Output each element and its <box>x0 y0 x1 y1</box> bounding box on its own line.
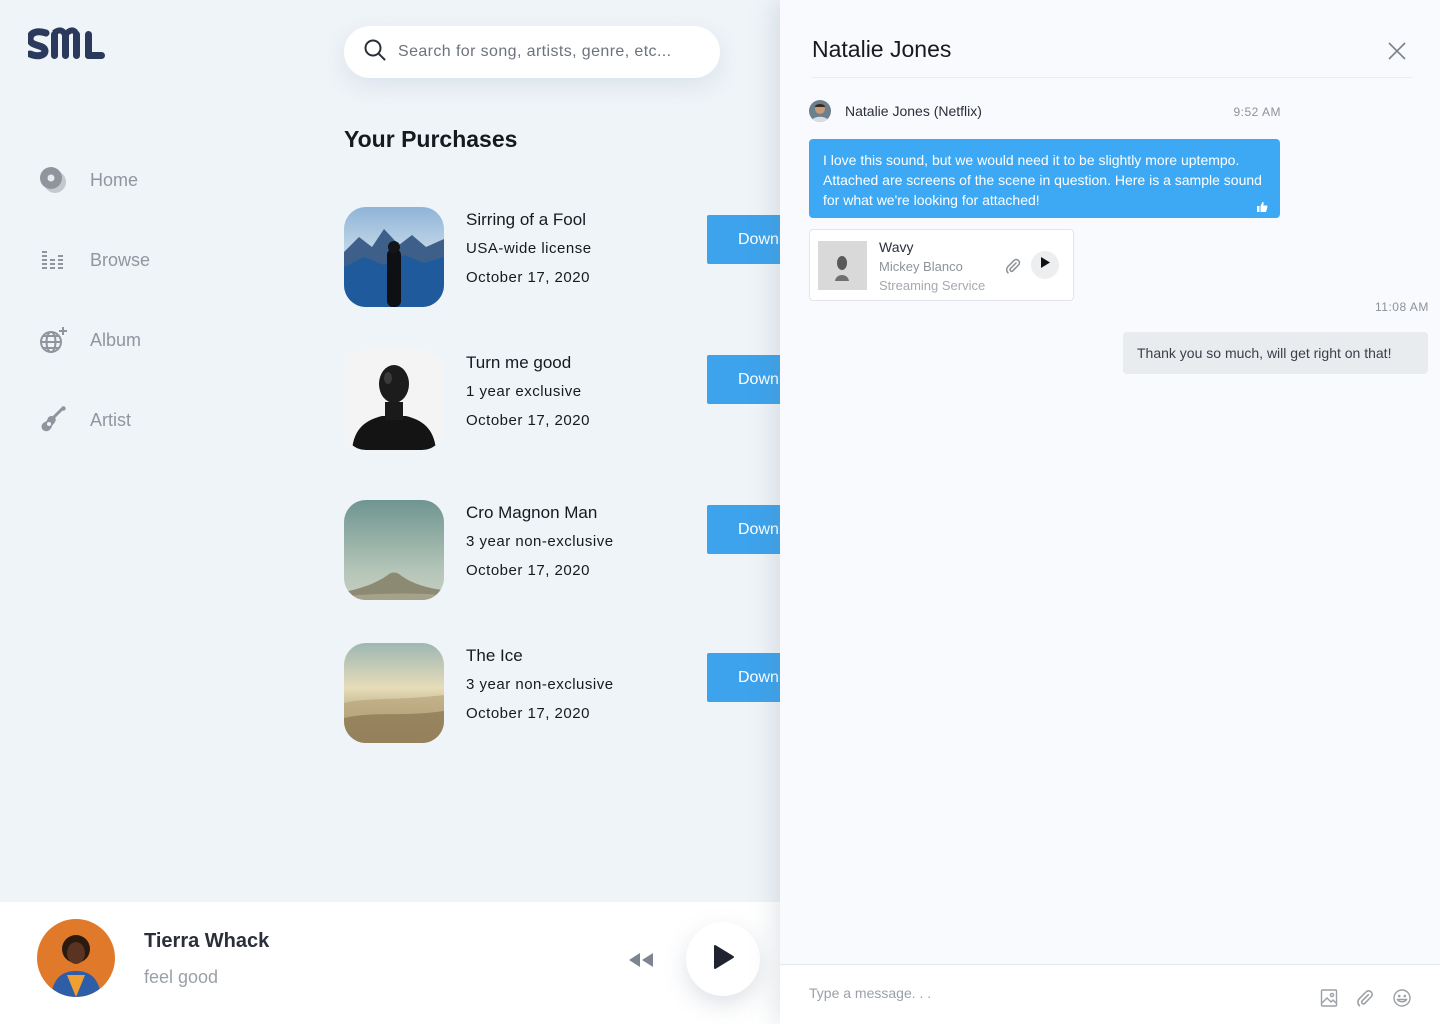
attachment-title: Wavy <box>879 239 914 255</box>
thumbs-up-icon[interactable] <box>1256 198 1268 212</box>
chat-title: Natalie Jones <box>812 36 952 62</box>
purchase-date: October 17, 2020 <box>466 412 590 429</box>
now-playing-track: feel good <box>144 967 219 987</box>
message-composer <box>780 964 1440 1024</box>
outgoing-message: Thank you so much, will get right on tha… <box>1123 332 1428 374</box>
sidebar-item-label: Browse <box>90 249 151 270</box>
message-text: I love this sound, but we would need it … <box>823 152 1262 208</box>
sidebar-item-browse[interactable]: Browse <box>38 240 238 280</box>
chat-panel: Natalie Jones Natalie Jones (Netflix) 9:… <box>780 0 1440 1024</box>
sender-avatar[interactable] <box>809 100 831 122</box>
app-logo[interactable] <box>28 27 108 63</box>
message-timestamp: 9:52 AM <box>1233 105 1281 119</box>
audio-attachment-card[interactable]: Wavy Mickey Blanco Streaming Service <box>809 229 1074 301</box>
play-icon <box>711 944 735 975</box>
rewind-icon[interactable] <box>626 950 656 970</box>
purchase-date: October 17, 2020 <box>466 269 590 286</box>
play-icon <box>1039 256 1051 274</box>
equalizer-icon <box>38 245 68 275</box>
track-title: Sirring of a Fool <box>466 210 586 229</box>
purchase-item: Sirring of a Fool USA-wide license Octob… <box>344 207 809 307</box>
license-type: 3 year non-exclusive <box>466 676 614 693</box>
now-playing-artist: Tierra Whack <box>144 930 270 952</box>
message-text: Thank you so much, will get right on tha… <box>1137 345 1392 361</box>
album-cover-image[interactable] <box>344 350 444 450</box>
message-meta: Natalie Jones (Netflix) 9:52 AM <box>809 100 1281 124</box>
album-cover-image[interactable] <box>344 500 444 600</box>
paperclip-icon[interactable] <box>1004 257 1022 275</box>
artist-avatar[interactable] <box>37 919 115 997</box>
search-input[interactable] <box>398 43 698 61</box>
sidebar-item-label: Artist <box>90 409 132 430</box>
emoji-icon[interactable] <box>1392 988 1412 1008</box>
search-bar <box>344 26 720 78</box>
sidebar-item-home[interactable]: Home <box>38 160 238 200</box>
globe-plus-icon <box>38 325 68 355</box>
album-cover-image[interactable] <box>344 207 444 307</box>
purchase-item: The Ice 3 year non-exclusive October 17,… <box>344 643 809 743</box>
attachment-cover-image <box>818 241 867 290</box>
image-upload-icon[interactable] <box>1319 988 1339 1008</box>
license-type: USA-wide license <box>466 240 592 257</box>
purchase-date: October 17, 2020 <box>466 705 590 722</box>
play-button[interactable] <box>686 922 760 996</box>
message-input[interactable] <box>809 985 1289 1001</box>
sender-name: Natalie Jones (Netflix) <box>845 103 982 119</box>
sidebar-item-artist[interactable]: Artist <box>38 400 238 440</box>
guitar-icon <box>38 405 68 435</box>
track-title: The Ice <box>466 646 523 665</box>
disc-icon <box>38 165 68 195</box>
license-type: 3 year non-exclusive <box>466 533 614 550</box>
purchase-item: Cro Magnon Man 3 year non-exclusive Octo… <box>344 500 809 600</box>
sidebar-item-label: Home <box>90 169 139 190</box>
sidebar-nav: Home Browse Album Artist <box>38 160 238 480</box>
attachment-play-button[interactable] <box>1031 251 1059 279</box>
sidebar-item-album[interactable]: Album <box>38 320 238 360</box>
license-type: 1 year exclusive <box>466 383 582 400</box>
search-icon <box>364 39 386 66</box>
album-cover-image[interactable] <box>344 643 444 743</box>
purchase-date: October 17, 2020 <box>466 562 590 579</box>
attachment-service: Streaming Service <box>879 278 986 293</box>
incoming-message: I love this sound, but we would need it … <box>809 139 1280 218</box>
track-title: Cro Magnon Man <box>466 503 598 522</box>
chat-header: Natalie Jones <box>812 0 1412 78</box>
message-timestamp: 11:08 AM <box>1375 300 1429 314</box>
now-playing-bar: Tierra Whack feel good <box>0 902 780 1024</box>
purchase-item: Turn me good 1 year exclusive October 17… <box>344 350 809 450</box>
sidebar-item-label: Album <box>90 329 142 350</box>
paperclip-icon[interactable] <box>1355 988 1375 1008</box>
track-title: Turn me good <box>466 353 572 372</box>
page-title: Your Purchases <box>344 126 518 152</box>
close-icon[interactable] <box>1386 40 1408 62</box>
attachment-artist: Mickey Blanco <box>879 259 963 274</box>
